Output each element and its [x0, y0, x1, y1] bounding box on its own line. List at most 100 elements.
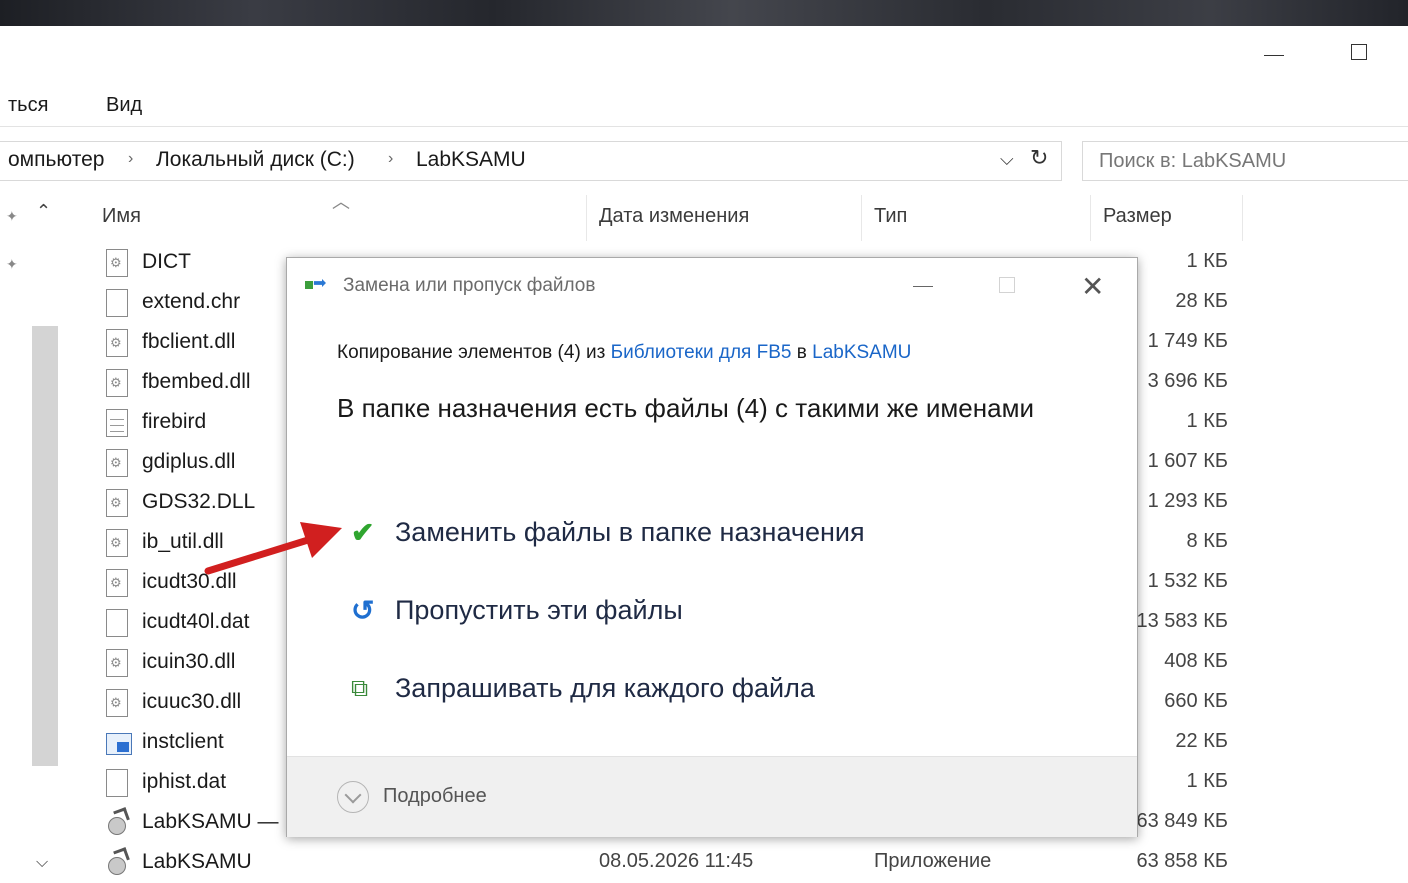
blank-file-icon [106, 289, 128, 317]
sort-ascending-icon: ︿ [332, 192, 350, 212]
file-name: icudt40l.dat [142, 610, 250, 633]
arrow-shaft [204, 536, 312, 575]
scrollbar-thumb[interactable] [32, 326, 58, 766]
column-header-type[interactable]: Тип [874, 205, 907, 228]
address-bar[interactable]: омпьютер › Локальный диск (C:) › LabKSAM… [0, 141, 1062, 181]
desktop-wallpaper-strip [0, 0, 1408, 26]
dll-file-icon [106, 529, 128, 557]
replace-files-option[interactable]: ✔ Заменить файлы в папке назначения [351, 508, 991, 558]
settings-file-icon [106, 249, 128, 277]
file-name: instclient [142, 730, 224, 753]
column-header-date[interactable]: Дата изменения [599, 205, 749, 228]
breadcrumb-separator[interactable]: › [128, 150, 133, 168]
minimize-button[interactable] [1254, 38, 1294, 68]
file-size: 1 КБ [1186, 250, 1228, 272]
refresh-icon[interactable]: ↻ [1030, 145, 1048, 171]
file-name: LabKSAMU — [142, 810, 279, 833]
file-date: 08.05.2026 11:45 [599, 850, 754, 872]
compare-files-icon: ⧉ [351, 675, 369, 702]
file-size: 1 532 КБ [1147, 570, 1228, 592]
dll-file-icon [106, 569, 128, 597]
dialog-footer: Подробнее [287, 756, 1137, 837]
file-size: 22 КБ [1175, 730, 1228, 752]
file-size: 1 607 КБ [1147, 450, 1228, 472]
skip-files-option[interactable]: ↺ Пропустить эти файлы [351, 586, 991, 636]
column-divider[interactable] [586, 195, 587, 241]
file-row[interactable]: LabKSAMU 08.05.2026 11:45 Приложение 63 … [100, 843, 1240, 883]
file-name: gdiplus.dll [142, 450, 236, 473]
file-type: Приложение [874, 850, 992, 872]
ribbon-tab-partial[interactable]: ться [8, 94, 48, 117]
expand-details-icon[interactable] [337, 781, 369, 813]
file-size: 1 КБ [1186, 770, 1228, 792]
copy-description-middle: в [791, 342, 813, 363]
scroll-up-icon[interactable]: ⌃ [36, 201, 51, 222]
file-size: 660 КБ [1164, 690, 1228, 712]
dialog-heading: В папке назначения есть файлы (4) с таки… [337, 393, 1034, 423]
file-size: 13 583 КБ [1136, 610, 1228, 632]
file-size: 408 КБ [1164, 650, 1228, 672]
skip-files-label: Пропустить эти файлы [395, 595, 683, 625]
file-size: 3 696 КБ [1147, 370, 1228, 392]
ribbon-divider [0, 126, 1408, 127]
dialog-title: Замена или пропуск файлов [343, 275, 596, 296]
dll-file-icon [106, 369, 128, 397]
ribbon-tab-view[interactable]: Вид [106, 94, 142, 117]
red-pointer-arrow-icon [204, 522, 342, 575]
breadcrumb-computer[interactable]: омпьютер [8, 148, 104, 172]
file-name: icuuc30.dll [142, 690, 242, 713]
source-folder-link[interactable]: Библиотеки для FB5 [611, 342, 792, 363]
blank-file-icon [106, 609, 128, 637]
file-size: 1 749 КБ [1147, 330, 1228, 352]
file-name: fbclient.dll [142, 330, 236, 353]
pin-icon: ✦ [6, 256, 18, 272]
file-size: 63 849 КБ [1136, 810, 1228, 832]
destination-folder-link[interactable]: LabKSAMU [812, 342, 911, 363]
column-divider[interactable] [1090, 195, 1091, 241]
scroll-down-icon[interactable]: ⌵ [36, 854, 48, 872]
file-name: fbembed.dll [142, 370, 251, 393]
skip-arrow-icon: ↺ [351, 595, 375, 626]
dialog-minimize-button[interactable] [909, 275, 939, 297]
file-size: 63 858 КБ [1136, 850, 1228, 872]
app-file-icon [106, 733, 132, 755]
exe-file-icon [106, 809, 128, 837]
search-input[interactable] [1083, 142, 1401, 180]
maximize-button[interactable] [1340, 38, 1380, 68]
blank-file-icon [106, 769, 128, 797]
column-header-size[interactable]: Размер [1103, 205, 1172, 228]
more-details-button[interactable]: Подробнее [383, 785, 487, 808]
file-name: firebird [142, 410, 207, 433]
file-name: DICT [142, 250, 191, 273]
ribbon-tabs: ться Вид [0, 88, 1408, 124]
column-divider[interactable] [1242, 195, 1243, 241]
search-box[interactable] [1082, 141, 1408, 181]
dll-file-icon [106, 689, 128, 717]
file-size: 28 КБ [1175, 290, 1228, 312]
file-size: 1 293 КБ [1147, 490, 1228, 512]
history-dropdown-icon[interactable]: ⌵ [1000, 149, 1014, 170]
breadcrumb-folder[interactable]: LabKSAMU [416, 148, 526, 172]
text-file-icon [106, 409, 128, 437]
file-name: LabKSAMU [142, 850, 252, 873]
ask-each-file-option[interactable]: ⧉ Запрашивать для каждого файла [351, 664, 991, 714]
dll-file-icon [106, 329, 128, 357]
replace-skip-dialog: Замена или пропуск файлов ✕ Копирование … [286, 257, 1138, 837]
copy-description: Копирование элементов (4) из Библиотеки … [337, 342, 911, 364]
copy-description-prefix: Копирование элементов (4) из [337, 342, 611, 363]
replace-files-label: Заменить файлы в папке назначения [395, 517, 865, 547]
file-name: extend.chr [142, 290, 241, 313]
dll-file-icon [106, 649, 128, 677]
breadcrumb-disk[interactable]: Локальный диск (C:) [156, 148, 355, 172]
arrow-head [300, 522, 342, 558]
file-size: 8 КБ [1186, 530, 1228, 552]
column-divider[interactable] [861, 195, 862, 241]
exe-file-icon [106, 849, 128, 877]
pin-icon: ✦ [6, 208, 18, 224]
file-name: GDS32.DLL [142, 490, 256, 513]
checkmark-icon: ✔ [351, 517, 375, 548]
dialog-close-button[interactable]: ✕ [1081, 270, 1104, 303]
column-header-name[interactable]: Имя [102, 205, 141, 228]
dialog-maximize-button [995, 275, 1019, 299]
breadcrumb-separator[interactable]: › [388, 150, 393, 168]
